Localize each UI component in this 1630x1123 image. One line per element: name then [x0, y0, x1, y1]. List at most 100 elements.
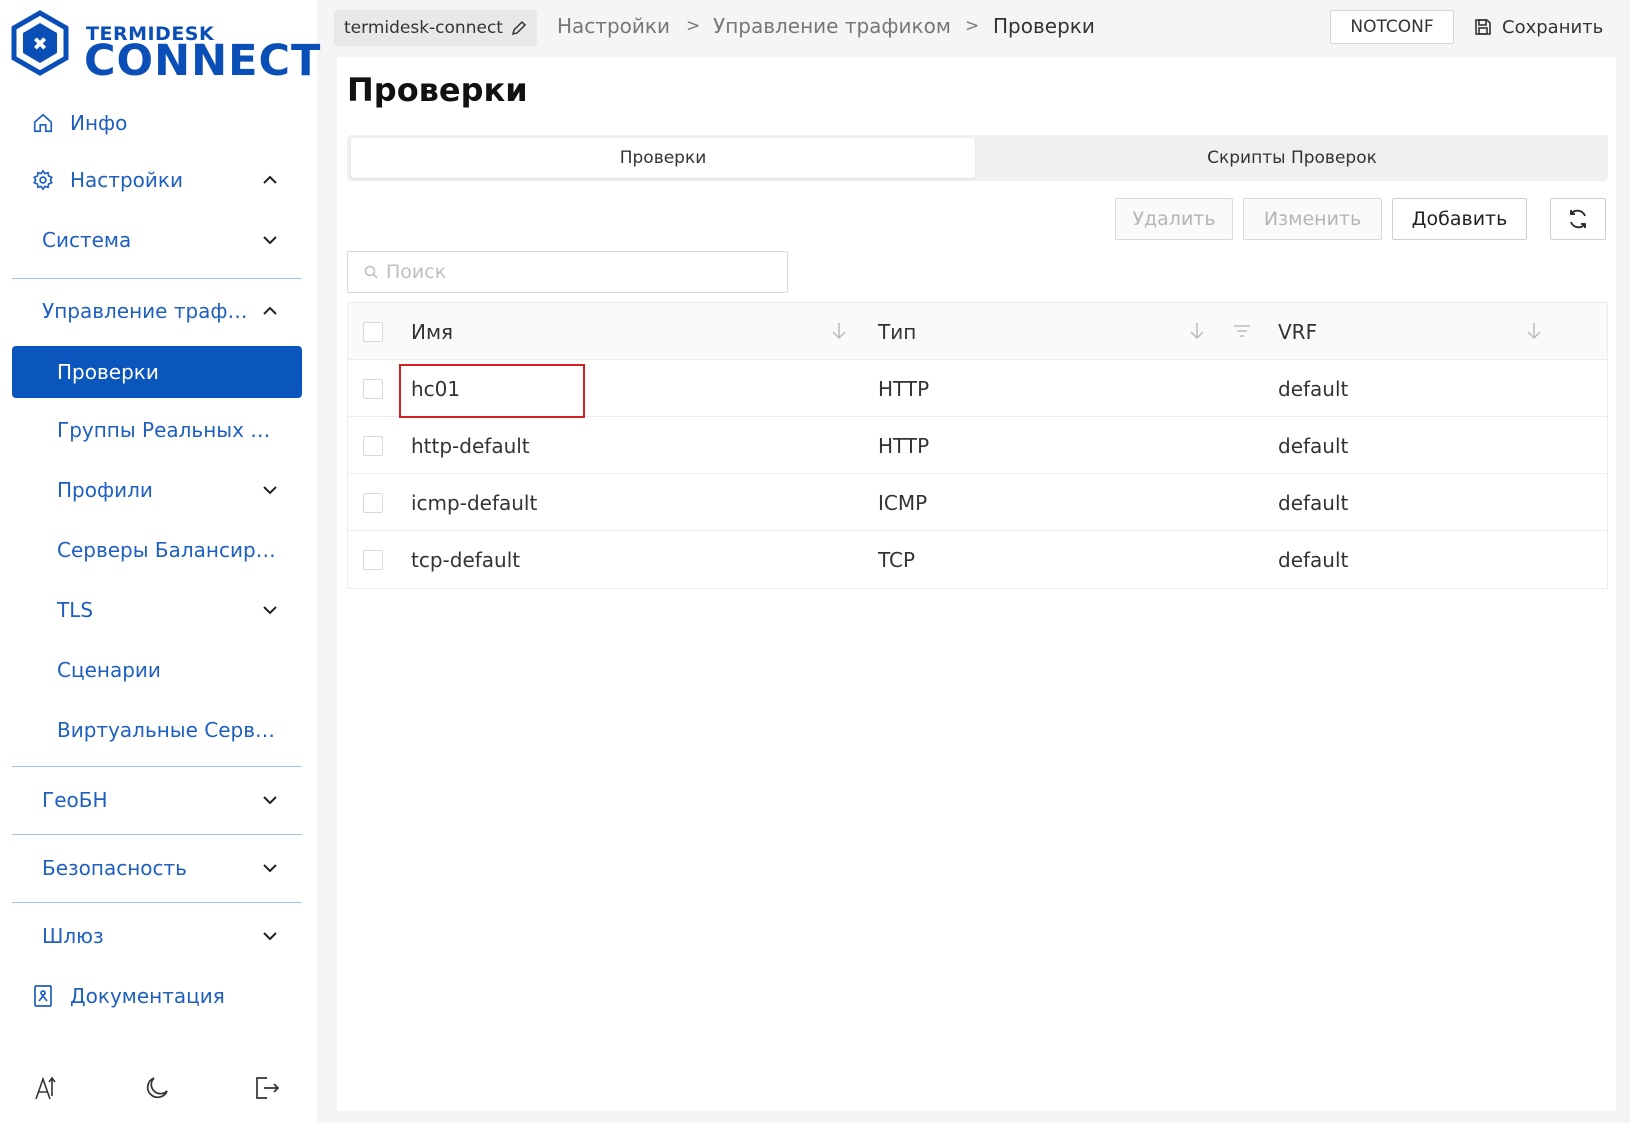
host-chip[interactable]: termidesk-connect	[334, 10, 537, 46]
table-row[interactable]: icmp-default ICMP default	[348, 474, 1607, 531]
sort-icon[interactable]	[1189, 321, 1205, 341]
logo: ✖ TERMIDESK CONNECT	[10, 10, 320, 86]
divider	[12, 834, 302, 835]
row-checkbox[interactable]	[363, 550, 383, 570]
breadcrumb-traffic[interactable]: Управление трафиком	[713, 14, 951, 38]
select-all-checkbox[interactable]	[363, 322, 383, 342]
cell-vrf: default	[1278, 490, 1349, 515]
sidebar-item-security[interactable]: Безопасность	[12, 842, 302, 894]
divider	[12, 902, 302, 903]
font-size-icon[interactable]	[27, 1068, 67, 1108]
column-header-name[interactable]: Имя	[411, 303, 453, 360]
sort-icon[interactable]	[831, 321, 847, 341]
sidebar-item-tls[interactable]: TLS	[12, 584, 302, 636]
status-badge: NOTCONF	[1330, 10, 1454, 44]
sidebar-footer	[0, 1068, 317, 1108]
table-header: Имя Тип VRF	[348, 303, 1607, 360]
host-name: termidesk-connect	[344, 18, 503, 38]
cell-name: tcp-default	[411, 547, 521, 572]
column-header-vrf[interactable]: VRF	[1278, 303, 1317, 360]
logout-icon[interactable]	[247, 1068, 287, 1108]
sidebar-item-label: ГеоБН	[42, 788, 108, 812]
divider	[12, 766, 302, 767]
column-header-type[interactable]: Тип	[878, 303, 916, 360]
table-row[interactable]: tcp-default TCP default	[348, 531, 1607, 588]
breadcrumb-separator: >	[965, 16, 980, 36]
book-icon	[30, 983, 56, 1009]
cell-name: hc01	[411, 376, 461, 401]
sidebar-item-label: Документация	[70, 984, 225, 1008]
divider	[12, 278, 302, 279]
cell-type: TCP	[878, 547, 916, 572]
breadcrumb-separator: >	[686, 16, 701, 36]
add-button[interactable]: Добавить	[1392, 198, 1527, 240]
chevron-up-icon	[260, 170, 280, 190]
sidebar-item-scenarios[interactable]: Сценарии	[12, 644, 302, 696]
cell-name: http-default	[411, 433, 530, 458]
cell-vrf: default	[1278, 547, 1349, 572]
sidebar-item-info[interactable]: Инфо	[12, 97, 302, 149]
svg-text:✖: ✖	[32, 34, 47, 55]
save-label: Сохранить	[1502, 16, 1604, 38]
gear-icon	[30, 167, 56, 193]
cell-name: icmp-default	[411, 490, 538, 515]
chevron-up-icon	[260, 301, 280, 321]
sidebar-item-settings[interactable]: Настройки	[12, 154, 302, 206]
floppy-icon	[1474, 18, 1492, 36]
tab-check-scripts[interactable]: Скрипты Проверок	[980, 138, 1604, 178]
sidebar-item-profiles[interactable]: Профили	[12, 464, 302, 516]
sidebar-item-label: Серверы Балансировки	[57, 538, 282, 562]
sidebar-item-gateway[interactable]: Шлюз	[12, 910, 302, 962]
cell-type: HTTP	[878, 376, 930, 401]
search-box	[347, 251, 788, 293]
sidebar-item-system[interactable]: Система	[12, 214, 302, 266]
moon-icon[interactable]	[137, 1068, 177, 1108]
sidebar-item-label: Инфо	[70, 111, 128, 135]
tab-checks[interactable]: Проверки	[351, 138, 975, 178]
table-row[interactable]: http-default HTTP default	[348, 417, 1607, 474]
filter-icon[interactable]	[1233, 323, 1251, 339]
sort-icon[interactable]	[1526, 321, 1542, 341]
sidebar-item-balancing-servers[interactable]: Серверы Балансировки	[12, 524, 302, 576]
sidebar-item-label: Настройки	[70, 168, 183, 192]
sidebar-item-label: Управление трафиком	[42, 299, 260, 323]
breadcrumb-current: Проверки	[993, 14, 1095, 38]
cell-type: HTTP	[878, 433, 930, 458]
save-button[interactable]: Сохранить	[1474, 10, 1603, 44]
sidebar-item-real-server-groups[interactable]: Группы Реальных Серверов	[12, 404, 302, 456]
delete-button[interactable]: Удалить	[1115, 198, 1233, 240]
sidebar-item-geobn[interactable]: ГеоБН	[12, 774, 302, 826]
search-icon	[364, 265, 378, 279]
cell-vrf: default	[1278, 433, 1349, 458]
sidebar-item-virtual-servers[interactable]: Виртуальные Серверы	[12, 704, 302, 756]
chevron-down-icon	[260, 790, 280, 810]
chevron-down-icon	[260, 600, 280, 620]
sidebar-item-label: Система	[42, 228, 132, 252]
sidebar-item-checks[interactable]: Проверки	[12, 346, 302, 398]
sidebar-item-label: Сценарии	[57, 658, 161, 682]
pencil-icon[interactable]	[511, 20, 527, 36]
chevron-down-icon	[260, 926, 280, 946]
refresh-button[interactable]	[1550, 198, 1606, 240]
cell-vrf: default	[1278, 376, 1349, 401]
breadcrumb-settings[interactable]: Настройки	[557, 14, 670, 38]
row-checkbox[interactable]	[363, 493, 383, 513]
sidebar-item-docs[interactable]: Документация	[12, 970, 302, 1022]
sidebar-item-traffic[interactable]: Управление трафиком	[12, 285, 302, 337]
row-checkbox[interactable]	[363, 379, 383, 399]
row-checkbox[interactable]	[363, 436, 383, 456]
sidebar-item-label: Проверки	[57, 360, 159, 384]
chevron-down-icon	[260, 858, 280, 878]
edit-button[interactable]: Изменить	[1243, 198, 1382, 240]
table-row[interactable]: hc01 HTTP default	[348, 360, 1607, 417]
logo-big-text: CONNECT	[84, 36, 322, 86]
home-icon	[30, 110, 56, 136]
logo-hex-icon: ✖	[11, 10, 69, 76]
sidebar-item-label: Группы Реальных Серверов	[57, 418, 282, 442]
sidebar-item-label: TLS	[57, 598, 94, 622]
sidebar-item-label: Виртуальные Серверы	[57, 718, 282, 742]
search-input[interactable]	[386, 261, 766, 283]
sidebar: ✖ TERMIDESK CONNECT Инфо Настройки Систе…	[0, 0, 320, 1123]
cell-type: ICMP	[878, 490, 928, 515]
page-title: Проверки	[347, 71, 528, 109]
